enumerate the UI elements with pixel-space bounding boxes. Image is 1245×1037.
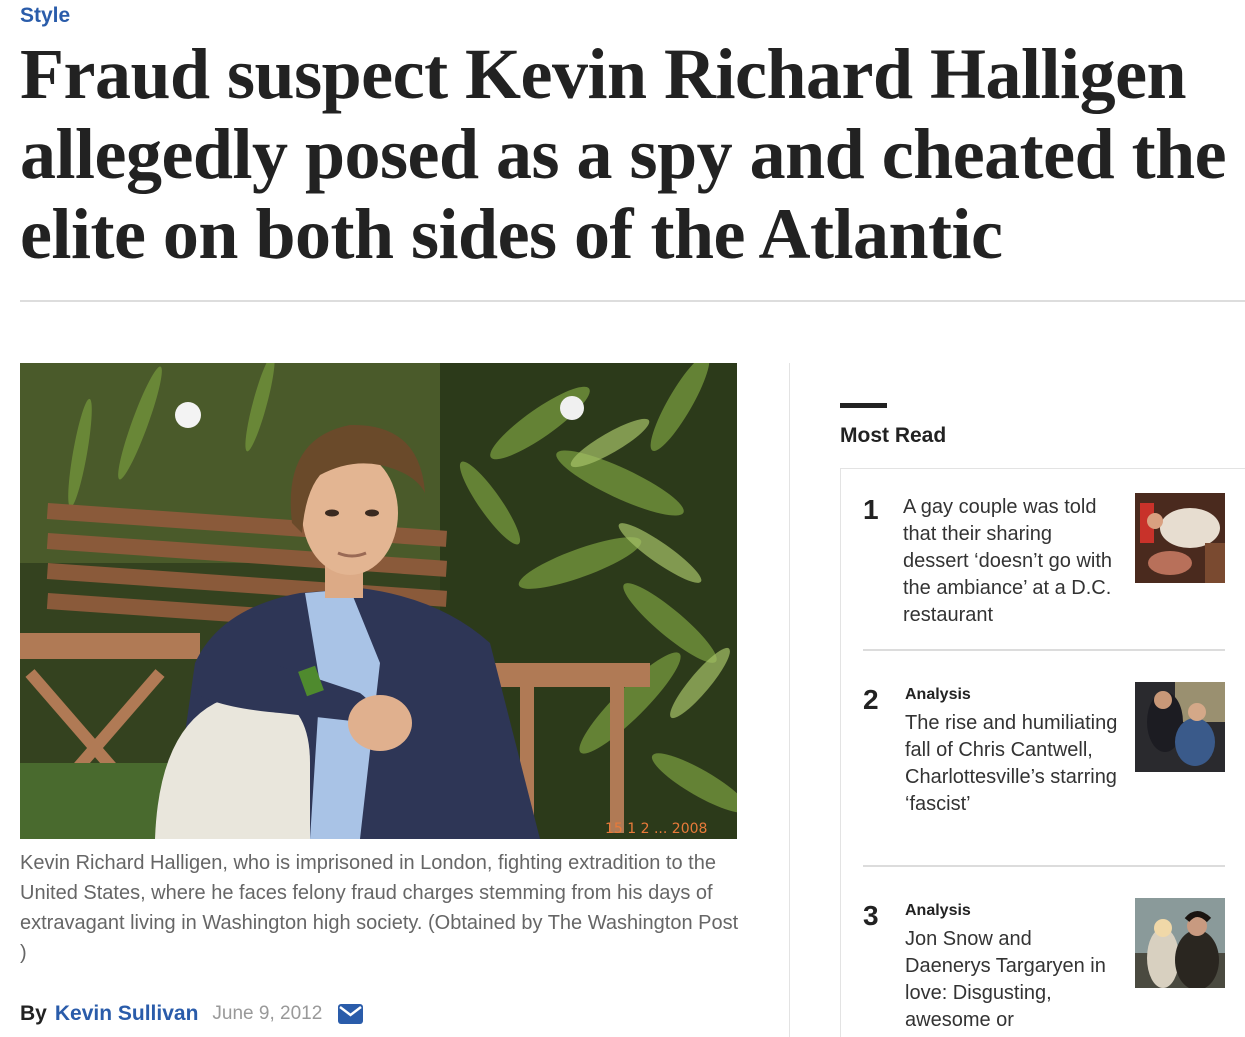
analysis-label: Analysis <box>905 902 971 919</box>
most-read-item-1[interactable]: 1 A gay couple was told that their shari… <box>863 493 1225 634</box>
section-kicker-link[interactable]: Style <box>20 4 70 28</box>
most-read-headline[interactable]: Jon Snow and Daenerys Targaryen in love:… <box>905 926 1120 1034</box>
article-headline: Fraud suspect Kevin Richard Halligen all… <box>20 34 1227 274</box>
item-divider <box>863 865 1225 867</box>
most-read-title: Most Read <box>840 424 947 447</box>
article-photo[interactable]: 15 1 2 ... 2008 <box>20 363 737 839</box>
most-read-item-2[interactable]: 2 Analysis The rise and humiliating fall… <box>863 682 1225 854</box>
svg-text:15 1 2 ... 2008: 15 1 2 ... 2008 <box>605 821 707 837</box>
most-read-headline[interactable]: The rise and humiliating fall of Chris C… <box>905 710 1120 818</box>
author-link[interactable]: Kevin Sullivan <box>55 1002 199 1026</box>
rank-number: 2 <box>863 684 879 715</box>
byline-prefix: By <box>20 1002 47 1025</box>
rank-number: 1 <box>863 494 879 525</box>
game-of-thrones-thumbnail[interactable] <box>1135 898 1225 988</box>
analysis-label: Analysis <box>905 686 971 703</box>
photo-caption: Kevin Richard Halligen, who is imprisone… <box>20 852 739 964</box>
arrest-thumbnail[interactable] <box>1135 682 1225 772</box>
most-read-item-3[interactable]: 3 Analysis Jon Snow and Daenerys Targary… <box>863 898 1225 1037</box>
header-divider <box>20 300 1245 302</box>
rank-number: 3 <box>863 900 879 931</box>
man-on-bench-photo: 15 1 2 ... 2008 <box>20 363 737 839</box>
envelope-icon[interactable] <box>338 1004 364 1024</box>
dessert-thumbnail[interactable] <box>1135 493 1225 583</box>
most-read-accent-bar <box>840 403 887 408</box>
item-divider <box>863 649 1225 651</box>
byline: By Kevin Sullivan June 9, 2012 <box>20 998 364 1030</box>
column-divider <box>789 363 790 1037</box>
publish-date: June 9, 2012 <box>212 1003 323 1024</box>
most-read-headline[interactable]: A gay couple was told that their sharing… <box>903 494 1118 629</box>
